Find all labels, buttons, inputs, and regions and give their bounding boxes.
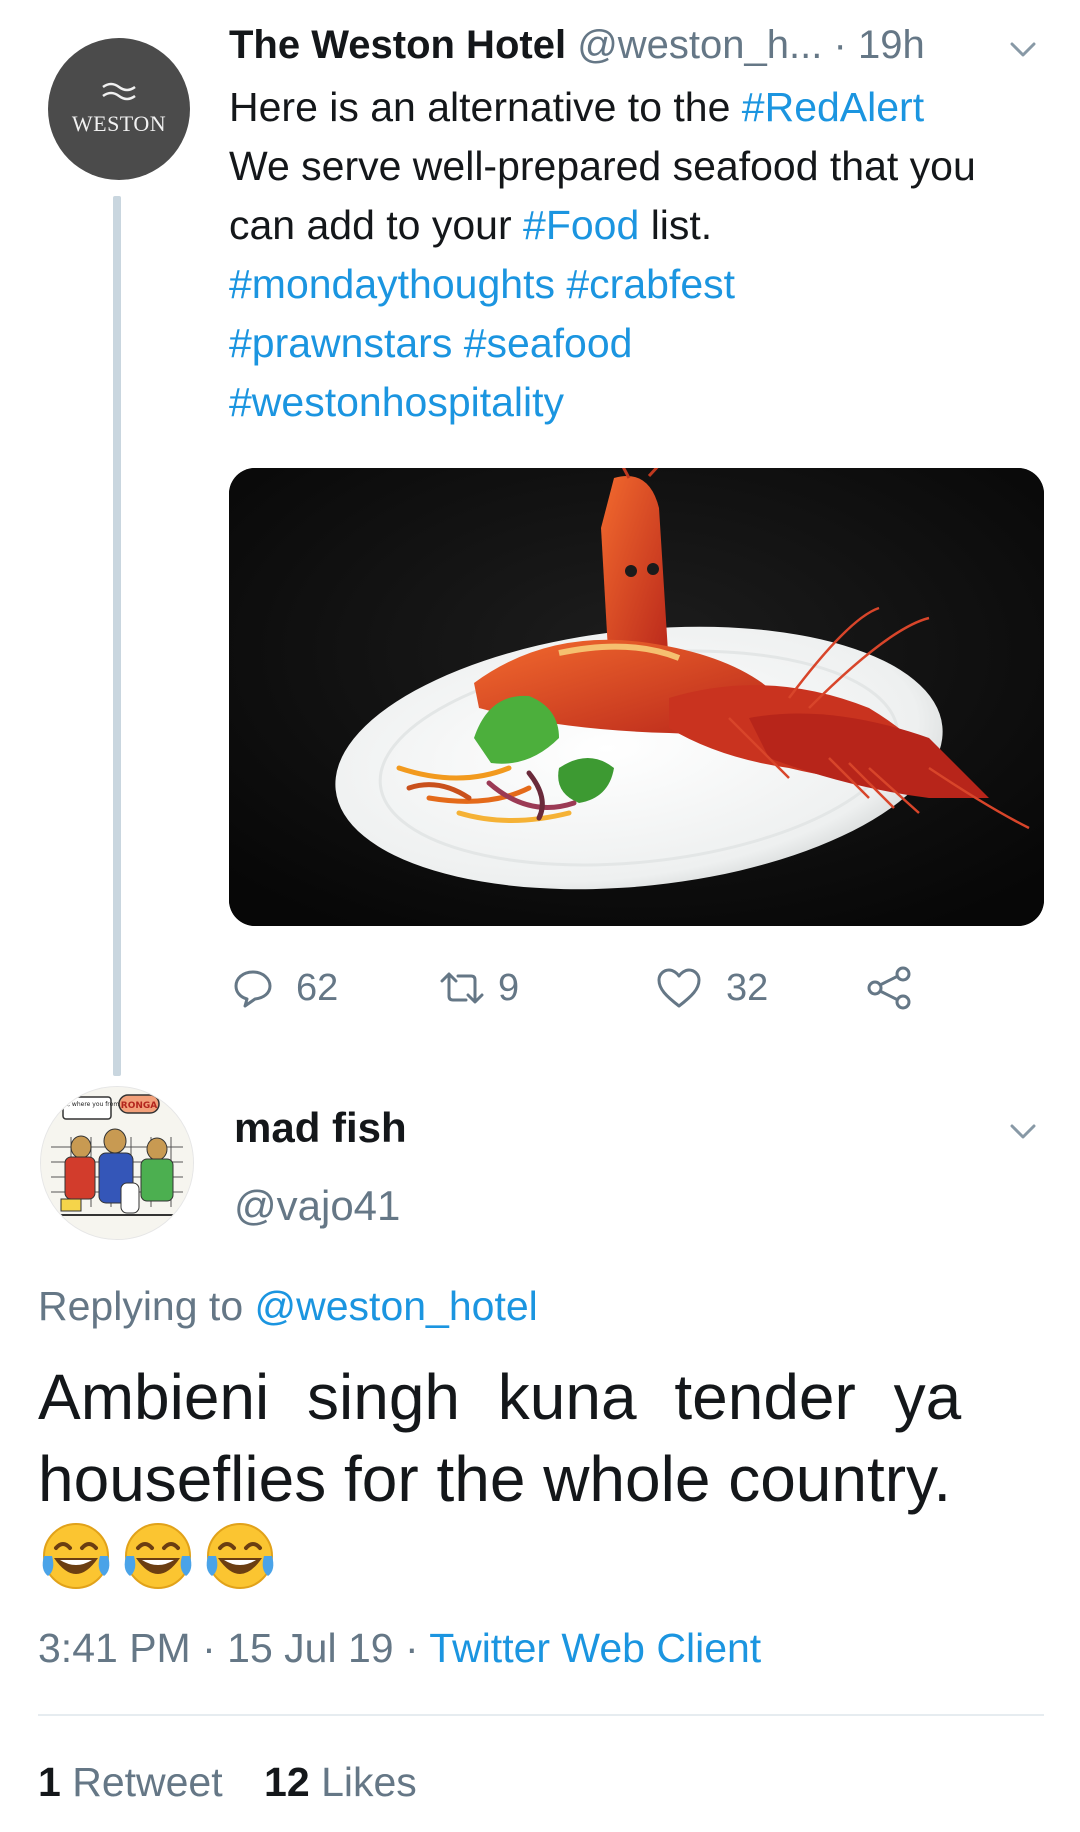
tweet-time[interactable]: 19h <box>858 23 925 67</box>
replying-mention[interactable]: @weston_hotel <box>255 1283 538 1329</box>
retweet-count: 9 <box>498 966 520 1009</box>
reply-author-handle[interactable]: @vajo41 <box>234 1180 400 1232</box>
reply-time[interactable]: 3:41 PM <box>38 1625 191 1671</box>
dot-separator: · <box>202 1625 216 1671</box>
tweet-menu-chevron-down-icon[interactable] <box>1006 32 1040 71</box>
client-link[interactable]: Twitter Web Client <box>429 1625 761 1671</box>
likes-label: Likes <box>321 1759 417 1805</box>
hashtag-link[interactable]: #RedAlert <box>742 84 924 130</box>
reply-author-name[interactable]: mad fish <box>234 1102 407 1154</box>
tweet-text-line: can add to your #Food list. <box>229 196 1049 255</box>
likes-number: 12 <box>264 1759 310 1805</box>
share-icon[interactable] <box>866 966 914 1010</box>
reply-text-line-1: Ambieni singh kuna tender ya <box>38 1361 962 1433</box>
hashtag-link[interactable]: #Food <box>523 202 639 248</box>
reply-text: Ambieni singh kuna tender ya houseflies … <box>38 1356 1038 1520</box>
tears-of-joy-emoji <box>206 1523 274 1589</box>
tweet-photo-prawns[interactable] <box>229 468 1044 926</box>
retweets-label: Retweet <box>72 1759 223 1805</box>
reply-text-line-2: houseflies for the whole country. <box>38 1443 952 1515</box>
hashtag-link[interactable]: #westonhospitality <box>229 379 564 425</box>
weston-avatar[interactable]: WESTON <box>48 38 190 180</box>
retweet-icon <box>440 972 484 1004</box>
dot-separator: · <box>404 1625 419 1671</box>
hashtag-link[interactable]: #prawnstars <box>229 320 452 366</box>
hashtag-link[interactable]: #mondaythoughts <box>229 261 555 307</box>
tears-of-joy-emoji <box>42 1523 110 1589</box>
tweet-text-segment <box>555 261 566 307</box>
tweet-text-line: #prawnstars #seafood <box>229 314 1049 373</box>
retweet-action[interactable]: 9 <box>440 966 520 1009</box>
separator-dot: · <box>833 23 847 67</box>
thread-line <box>113 196 121 1076</box>
reply-count: 62 <box>296 966 339 1009</box>
tweet-text-line: We serve well-prepared seafood that you <box>229 137 1049 196</box>
tweet-text-line: Here is an alternative to the #RedAlert <box>229 78 1049 137</box>
likes-stat[interactable]: 12 Likes <box>264 1759 417 1805</box>
tweet-text-segment: can add to your <box>229 202 524 248</box>
hashtag-link[interactable]: #crabfest <box>566 261 735 307</box>
retweets-stat[interactable]: 1 Retweet <box>38 1759 223 1805</box>
emoji-row <box>38 1518 278 1594</box>
tweet-text-line: #westonhospitality <box>229 373 1049 432</box>
reply-timestamp: 3:41 PM · 15 Jul 19 · Twitter Web Client <box>38 1620 761 1676</box>
author-name[interactable]: The Weston Hotel <box>229 23 566 67</box>
like-action[interactable]: 32 <box>656 966 769 1009</box>
reply-icon <box>234 970 272 1008</box>
reply-action[interactable]: 62 <box>232 966 339 1009</box>
tweet-text-segment: Here is an alternative to the <box>229 84 742 130</box>
divider <box>38 1714 1044 1716</box>
weston-avatar-text: WESTON <box>71 111 167 136</box>
tweet-text-segment <box>452 320 463 366</box>
weston-logo-icon <box>99 81 139 105</box>
engagement-stats: 1 Retweet 12 Likes <box>38 1754 417 1810</box>
like-icon <box>657 968 701 1008</box>
avatar-speech-text: Mehn, where you from? <box>52 1101 123 1108</box>
replying-to: Replying to @weston_hotel <box>38 1280 538 1332</box>
tweet-text-segment: list. <box>639 202 713 248</box>
reply-date[interactable]: 15 Jul 19 <box>227 1625 393 1671</box>
avatar-ronga-text: RONGA <box>121 1101 158 1111</box>
tweet-text-segment: We serve well-prepared seafood that you <box>229 143 976 189</box>
tears-of-joy-emoji <box>124 1523 192 1589</box>
replying-prefix: Replying to <box>38 1283 255 1329</box>
mad-fish-avatar[interactable]: Mehn, where you from? RONGA <box>40 1086 194 1240</box>
author-handle[interactable]: @weston_h... <box>577 23 822 67</box>
tweet-text: Here is an alternative to the #RedAlert W… <box>229 78 1049 432</box>
tweet-header: The Weston Hotel @weston_h... · 19h <box>229 20 925 70</box>
hashtag-link[interactable]: #seafood <box>464 320 633 366</box>
tweet-text-line: #mondaythoughts #crabfest <box>229 255 1049 314</box>
reply-menu-chevron-down-icon[interactable] <box>1006 1114 1040 1153</box>
retweets-number: 1 <box>38 1759 61 1805</box>
like-count: 32 <box>726 966 769 1009</box>
